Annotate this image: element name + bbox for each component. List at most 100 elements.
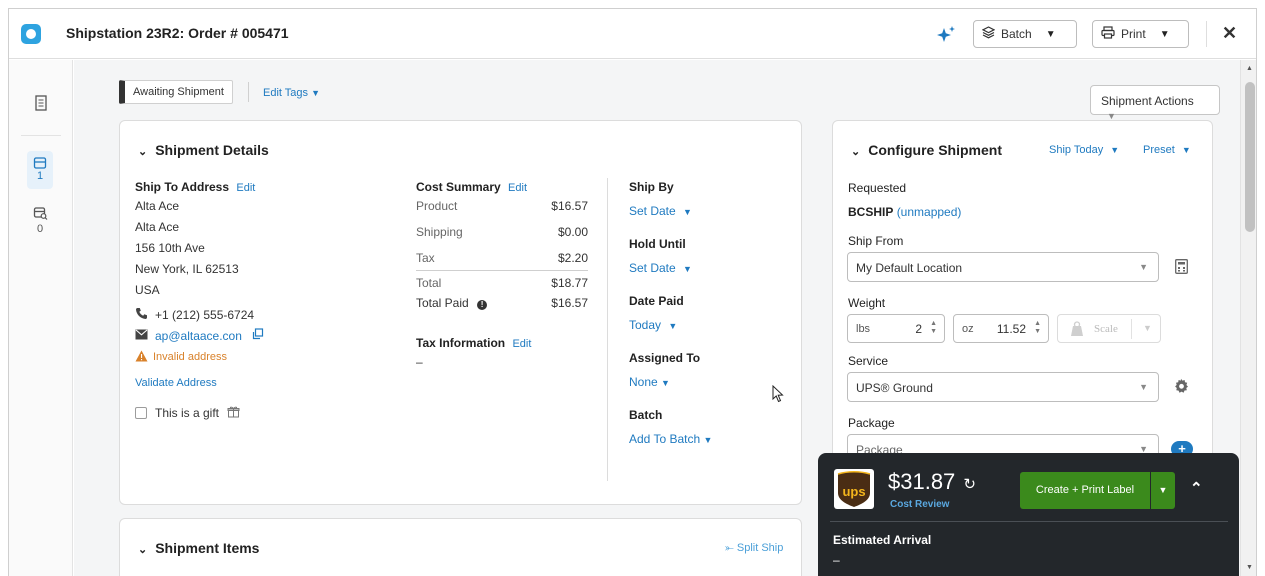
weight-lbs-input[interactable]: lbs 2 ▲ ▼ [847, 314, 945, 343]
ship-today-dropdown[interactable]: Ship Today ▼ [1049, 144, 1119, 156]
app-logo-icon [21, 24, 41, 44]
svg-text:ups: ups [842, 484, 865, 499]
divider [607, 178, 608, 481]
mail-icon [135, 329, 148, 343]
print-button[interactable]: Print ▼ [1092, 20, 1189, 48]
requested-service: BCSHIP (unmapped) [848, 205, 962, 219]
warning-icon [135, 350, 148, 365]
scroll-up-icon[interactable]: ▲ [1246, 65, 1253, 72]
split-ship-button[interactable]: ⤜ Split Ship [725, 542, 783, 555]
stepper-icon: ▲ ▼ [1034, 320, 1041, 335]
vertical-scrollbar[interactable]: ▲ ▼ [1240, 60, 1256, 576]
collapse-panel-icon[interactable]: ⌃ [1190, 479, 1203, 497]
validate-address-link[interactable]: Validate Address [135, 377, 385, 389]
create-label-dropdown-button[interactable]: ▼ [1151, 472, 1175, 509]
batch-button[interactable]: Batch ▼ [973, 20, 1077, 48]
gift-icon [227, 405, 240, 421]
ship-to-section: Ship To Address Edit Alta Ace Alta Ace 1… [135, 180, 385, 421]
refresh-icon[interactable]: ↻ [963, 476, 976, 493]
shipment-details-card: ⌄ Shipment Details Ship To Address Edit A… [119, 120, 802, 505]
cost-row: Product $16.57 [416, 199, 588, 213]
ship-by-dropdown[interactable]: Set Date ▼ [629, 204, 779, 218]
scale-icon [1068, 321, 1086, 340]
scale-button[interactable]: Scale ▼ [1057, 314, 1161, 343]
scrollbar-thumb[interactable] [1245, 82, 1255, 232]
cost-row: Total $18.77 [416, 276, 588, 290]
info-icon[interactable]: ! [477, 300, 488, 310]
shipment-count: 1 [36, 170, 44, 182]
layers-icon [981, 26, 996, 42]
chevron-down-icon: ⌄ [138, 146, 148, 158]
returns-count: 0 [36, 223, 44, 235]
date-paid-label: Date Paid [629, 294, 684, 308]
copy-icon[interactable] [252, 328, 264, 343]
cost-summary-section: Cost Summary Edit Product $16.57 Shipping… [416, 180, 588, 369]
gear-icon[interactable] [1173, 378, 1189, 397]
status-badge: Awaiting Shipment [119, 80, 233, 104]
left-rail: 1 0 [9, 60, 73, 576]
cost-summary-edit-link[interactable]: Edit [508, 182, 527, 194]
tax-info-label: Tax Information [416, 336, 506, 350]
package-label: Package [848, 416, 895, 430]
hold-until-label: Hold Until [629, 237, 686, 251]
invalid-address-text: Invalid address [153, 351, 227, 363]
ship-from-label: Ship From [848, 234, 904, 248]
rail-item-returns[interactable]: 0 [27, 206, 53, 235]
cost-review-link[interactable]: Cost Review [890, 499, 949, 510]
ship-to-label: Ship To Address [135, 180, 230, 194]
ship-by-label: Ship By [629, 180, 674, 194]
ship-to-edit-link[interactable]: Edit [236, 182, 255, 194]
configure-shipment-header[interactable]: ⌄ Configure Shipment [851, 142, 1002, 158]
sparkle-icon[interactable] [935, 24, 957, 46]
chevron-down-icon: ⌄ [138, 544, 148, 556]
assigned-to-label: Assigned To [629, 351, 701, 365]
batch-label: Batch [629, 408, 663, 422]
hold-until-dropdown[interactable]: Set Date ▼ [629, 261, 779, 275]
address-line: 156 10th Ave [135, 241, 205, 255]
phone-icon [135, 307, 148, 323]
chevron-down-icon: ▼ [1159, 28, 1170, 40]
weight-oz-input[interactable]: oz 11.52 ▲ ▼ [953, 314, 1049, 343]
document-icon[interactable] [28, 95, 54, 114]
assigned-to-dropdown[interactable]: None ▼ [629, 375, 779, 389]
cost-row: Total Paid ! $16.57 [416, 296, 588, 310]
scroll-down-icon[interactable]: ▼ [1246, 564, 1253, 571]
email-link[interactable]: ap@altaace.con [155, 329, 242, 343]
date-paid-dropdown[interactable]: Today ▼ [629, 318, 779, 332]
preset-dropdown[interactable]: Preset ▼ [1143, 144, 1191, 156]
ups-logo: ups [834, 469, 874, 509]
window-title: Shipstation 23R2: Order # 005471 [66, 25, 289, 41]
stepper-icon: ▲ ▼ [930, 320, 937, 335]
shipment-details-header[interactable]: ⌄ Shipment Details [138, 142, 269, 158]
add-to-batch-dropdown[interactable]: Add To Batch ▼ [629, 432, 779, 446]
chevron-down-icon: ▼ [1045, 28, 1056, 40]
edit-tags-link[interactable]: Edit Tags ▼ [263, 87, 320, 99]
app-window: Shipstation 23R2: Order # 005471 Batch ▼… [8, 8, 1257, 576]
batch-label: Batch [1001, 27, 1032, 41]
package-search-icon [33, 207, 48, 223]
address-line: USA [135, 283, 160, 297]
shipment-actions-button[interactable]: Shipment Actions ▼ [1090, 85, 1220, 121]
shipment-items-header[interactable]: ⌄ Shipment Items [138, 540, 259, 556]
print-label: Print [1121, 27, 1146, 41]
gift-checkbox[interactable] [135, 407, 147, 419]
split-icon: ⤜ [725, 542, 734, 554]
cost-row: Shipping $0.00 [416, 225, 588, 239]
rate-panel: ups $31.87 ↻ Cost Review Create + Print … [818, 453, 1239, 576]
calculator-icon[interactable] [1175, 259, 1188, 277]
phone-number: +1 (212) 555-6724 [155, 307, 255, 322]
tax-info-value: – [416, 355, 423, 369]
cost-summary-label: Cost Summary [416, 180, 501, 194]
close-icon[interactable]: ✕ [1222, 23, 1237, 44]
ship-from-select[interactable]: My Default Location ▼ [847, 252, 1159, 282]
mouse-cursor-icon [772, 384, 784, 406]
tax-info-edit-link[interactable]: Edit [512, 338, 531, 350]
address-line: Alta Ace [135, 199, 180, 213]
unmapped-link[interactable]: (unmapped) [897, 205, 962, 219]
service-select[interactable]: UPS® Ground ▼ [847, 372, 1159, 402]
rail-item-shipment[interactable]: 1 [27, 151, 53, 189]
weight-label: Weight [848, 296, 886, 310]
cost-row: Tax $2.20 [416, 251, 588, 271]
chevron-down-icon: ⌄ [851, 146, 861, 158]
create-print-label-button[interactable]: Create + Print Label [1020, 472, 1150, 509]
